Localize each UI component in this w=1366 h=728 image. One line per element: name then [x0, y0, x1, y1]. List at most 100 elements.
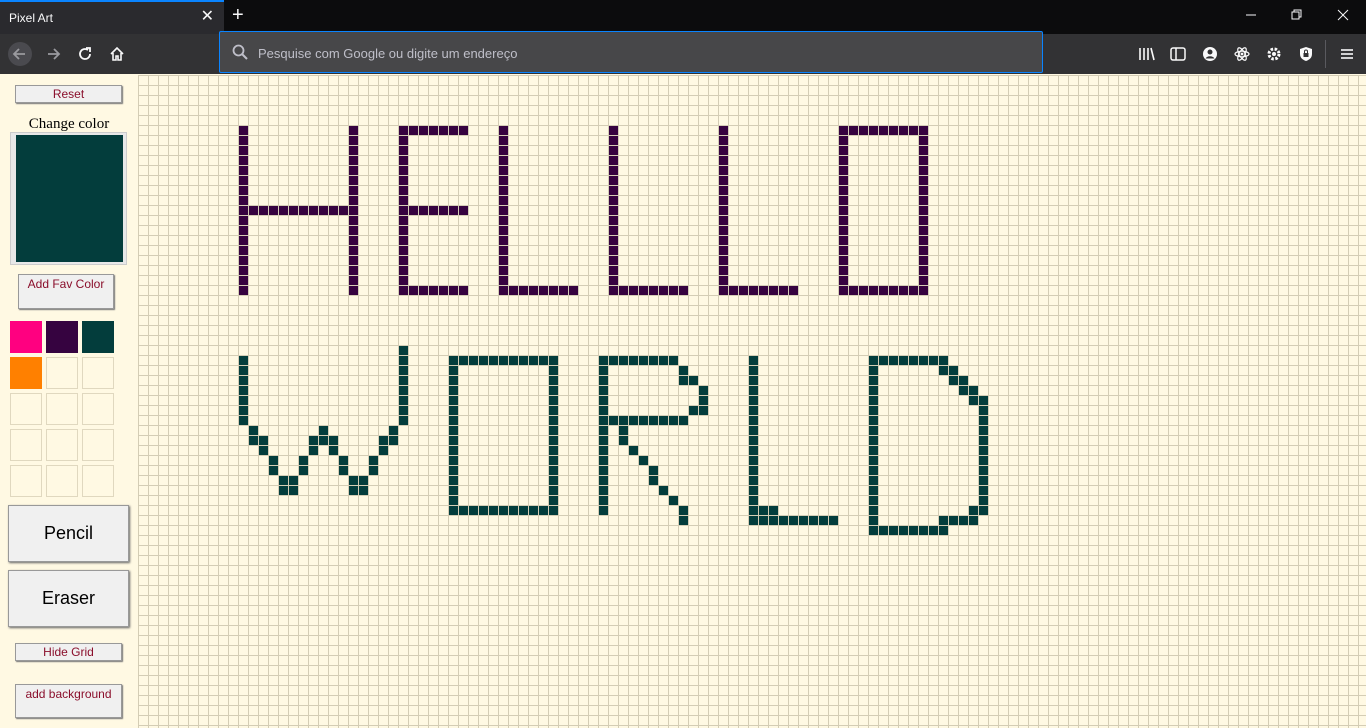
pixel[interactable] — [599, 486, 608, 495]
pixel[interactable] — [599, 436, 608, 445]
pixel[interactable] — [599, 356, 608, 365]
pixel[interactable] — [839, 126, 848, 135]
pixel[interactable] — [399, 156, 408, 165]
pixel[interactable] — [399, 356, 408, 365]
pixel[interactable] — [599, 466, 608, 475]
pixel[interactable] — [469, 356, 478, 365]
pixel[interactable] — [919, 526, 928, 535]
pixel[interactable] — [869, 396, 878, 405]
pixel-canvas[interactable] — [138, 75, 1366, 728]
pixel[interactable] — [869, 126, 878, 135]
add-fav-color-button[interactable]: Add Fav Color — [18, 274, 114, 309]
pixel[interactable] — [839, 136, 848, 145]
pixel[interactable] — [979, 456, 988, 465]
fav-color-slot[interactable] — [82, 321, 114, 353]
pixel[interactable] — [749, 476, 758, 485]
pixel[interactable] — [279, 476, 288, 485]
pixel[interactable] — [499, 186, 508, 195]
pixel[interactable] — [789, 286, 798, 295]
pixel[interactable] — [239, 126, 248, 135]
pixel[interactable] — [969, 516, 978, 525]
pixel[interactable] — [499, 266, 508, 275]
pixel[interactable] — [779, 286, 788, 295]
pixel[interactable] — [719, 166, 728, 175]
pixel[interactable] — [869, 466, 878, 475]
shield-lock-icon[interactable] — [1297, 45, 1315, 63]
pencil-button[interactable]: Pencil — [8, 505, 129, 562]
pixel[interactable] — [299, 206, 308, 215]
pixel[interactable] — [239, 396, 248, 405]
pixel[interactable] — [769, 506, 778, 515]
pixel[interactable] — [419, 126, 428, 135]
pixel[interactable] — [979, 476, 988, 485]
add-background-button[interactable]: add background — [15, 684, 122, 718]
pixel[interactable] — [239, 386, 248, 395]
fav-color-slot[interactable] — [46, 465, 78, 497]
pixel[interactable] — [919, 266, 928, 275]
pixel[interactable] — [399, 396, 408, 405]
pixel[interactable] — [749, 376, 758, 385]
pixel[interactable] — [439, 286, 448, 295]
pixel[interactable] — [909, 126, 918, 135]
pixel[interactable] — [409, 206, 418, 215]
pixel[interactable] — [609, 176, 618, 185]
pixel[interactable] — [919, 156, 928, 165]
pixel[interactable] — [759, 506, 768, 515]
pixel[interactable] — [469, 506, 478, 515]
pixel[interactable] — [729, 286, 738, 295]
pixel[interactable] — [599, 446, 608, 455]
pixel[interactable] — [719, 266, 728, 275]
pixel[interactable] — [429, 206, 438, 215]
pixel[interactable] — [719, 206, 728, 215]
pixel[interactable] — [869, 496, 878, 505]
pixel[interactable] — [239, 416, 248, 425]
pixel[interactable] — [399, 406, 408, 415]
pixel[interactable] — [619, 356, 628, 365]
pixel[interactable] — [869, 506, 878, 515]
pixel[interactable] — [349, 266, 358, 275]
pixel[interactable] — [449, 286, 458, 295]
pixel[interactable] — [639, 286, 648, 295]
pixel[interactable] — [499, 246, 508, 255]
pixel[interactable] — [349, 176, 358, 185]
new-tab-icon[interactable]: + — [232, 5, 244, 25]
pixel[interactable] — [349, 166, 358, 175]
pixel[interactable] — [909, 286, 918, 295]
home-icon[interactable] — [105, 42, 129, 66]
pixel[interactable] — [719, 286, 728, 295]
pixel[interactable] — [839, 206, 848, 215]
pixel[interactable] — [679, 376, 688, 385]
pixel[interactable] — [549, 486, 558, 495]
pixel[interactable] — [749, 406, 758, 415]
pixel[interactable] — [449, 206, 458, 215]
pixel[interactable] — [279, 486, 288, 495]
pixel[interactable] — [549, 416, 558, 425]
pixel[interactable] — [439, 206, 448, 215]
pixel[interactable] — [399, 136, 408, 145]
pixel[interactable] — [609, 136, 618, 145]
pixel[interactable] — [349, 146, 358, 155]
pixel[interactable] — [519, 286, 528, 295]
pixel[interactable] — [719, 146, 728, 155]
pixel[interactable] — [599, 506, 608, 515]
pixel[interactable] — [669, 416, 678, 425]
pixel[interactable] — [609, 266, 618, 275]
pixel[interactable] — [499, 166, 508, 175]
pixel[interactable] — [239, 246, 248, 255]
pixel[interactable] — [929, 526, 938, 535]
pixel[interactable] — [919, 226, 928, 235]
pixel[interactable] — [919, 166, 928, 175]
react-devtools-icon[interactable] — [1233, 45, 1251, 63]
pixel[interactable] — [679, 416, 688, 425]
pixel[interactable] — [919, 216, 928, 225]
pixel[interactable] — [429, 126, 438, 135]
pixel[interactable] — [599, 456, 608, 465]
pixel[interactable] — [239, 376, 248, 385]
pixel[interactable] — [489, 506, 498, 515]
pixel[interactable] — [629, 416, 638, 425]
pixel[interactable] — [619, 416, 628, 425]
pixel[interactable] — [879, 526, 888, 535]
pixel[interactable] — [679, 366, 688, 375]
pixel[interactable] — [449, 446, 458, 455]
pixel[interactable] — [979, 396, 988, 405]
